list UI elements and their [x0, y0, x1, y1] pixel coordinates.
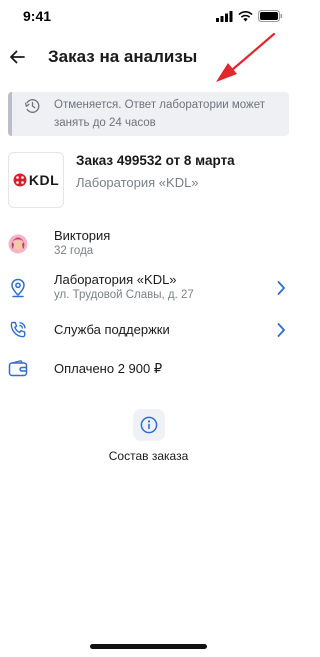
page-title: Заказ на анализы [48, 47, 198, 66]
chevron-right-icon [277, 323, 285, 337]
lab-address-row[interactable]: Лаборатория «KDL» ул. Трудовой Славы, д.… [0, 270, 297, 306]
signal-icon [216, 10, 233, 22]
payment-status: Оплачено 2 900 ₽ [54, 361, 163, 376]
wallet-icon [8, 359, 28, 379]
status-bar: 9:41 [0, 0, 297, 30]
lab-address-title: Лаборатория «KDL» [54, 272, 177, 287]
wifi-icon [238, 10, 253, 21]
back-button[interactable] [4, 44, 30, 70]
lab-address: ул. Трудовой Славы, д. 27 [54, 289, 194, 301]
status-banner: Отменяется. Ответ лаборатории может заня… [8, 92, 289, 136]
banner-accent-bar [8, 92, 12, 136]
avatar [8, 234, 28, 254]
patient-age: 32 года [54, 245, 94, 257]
patient-name: Виктория [54, 228, 111, 243]
battery-icon [258, 10, 283, 22]
order-title: Заказ 499532 от 8 марта [76, 153, 235, 168]
chevron-right-icon [277, 281, 285, 295]
order-lab-name: Лаборатория «KDL» [76, 175, 199, 190]
clock-icon [25, 99, 40, 113]
info-icon [140, 416, 158, 434]
location-pin-icon [8, 278, 28, 298]
status-time: 9:41 [23, 8, 52, 24]
order-composition-label[interactable]: Состав заказа [0, 449, 297, 463]
kdl-logo-mark [13, 173, 27, 187]
home-indicator [90, 644, 207, 649]
phone-icon [8, 320, 28, 340]
banner-text: Отменяется. Ответ лаборатории может заня… [54, 99, 266, 129]
support-title: Служба поддержки [54, 322, 170, 337]
arrow-left-icon [10, 50, 25, 64]
header: Заказ на анализы [0, 38, 297, 76]
payment-row: Оплачено 2 900 ₽ [0, 351, 297, 387]
patient-row[interactable]: Виктория 32 года [0, 226, 297, 262]
lab-logo-text: KDL [28, 172, 60, 188]
support-row[interactable]: Служба поддержки [0, 312, 297, 348]
order-info: KDL Заказ 499532 от 8 марта Лаборатория … [0, 148, 297, 208]
status-icons [216, 10, 283, 22]
order-composition-button[interactable] [133, 409, 165, 441]
lab-logo: KDL [8, 152, 64, 208]
